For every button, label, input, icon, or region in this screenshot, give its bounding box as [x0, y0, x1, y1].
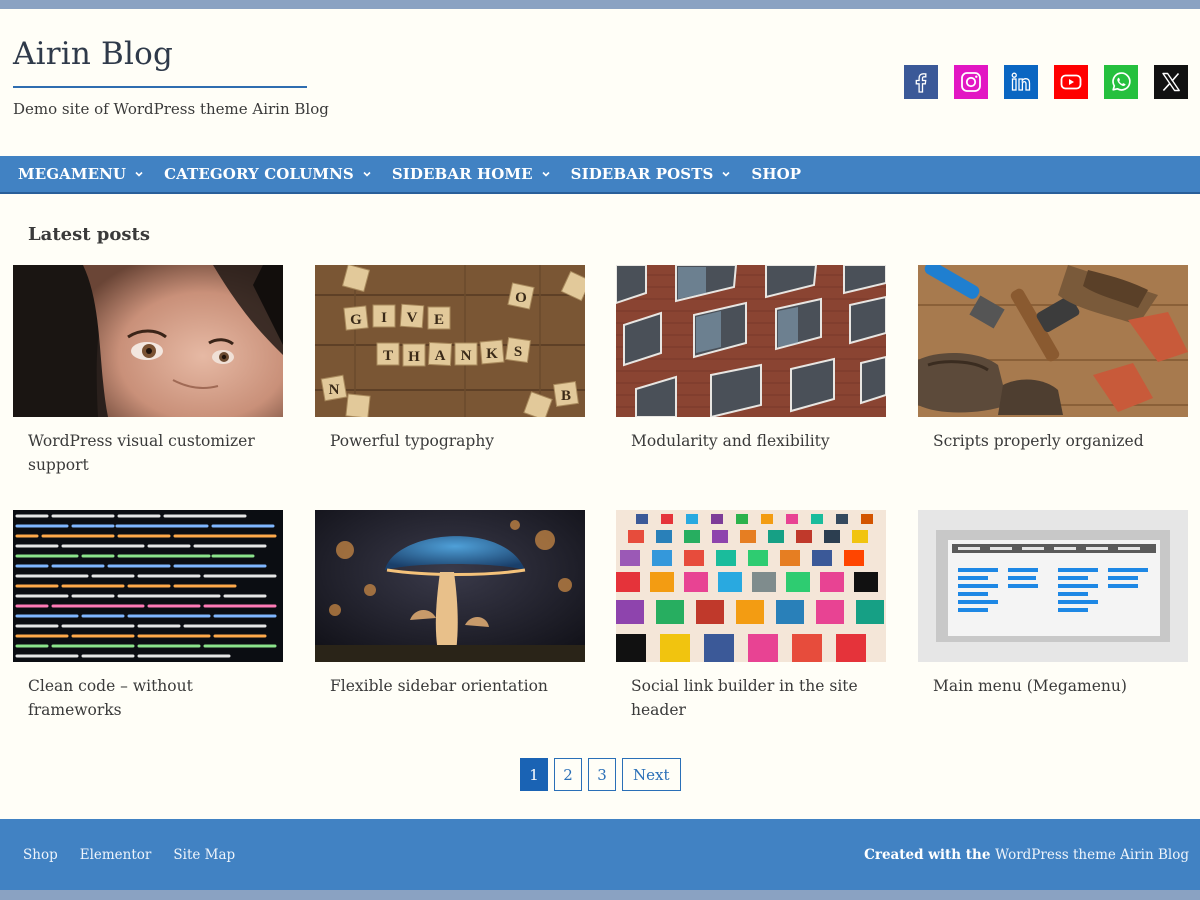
post-thumbnail[interactable] [616, 265, 886, 417]
brick-building-windows-photo [616, 265, 886, 417]
post-card: Scripts properly organized [918, 265, 1188, 453]
footer-menu: Shop Elementor Site Map [23, 847, 235, 863]
chevron-down-icon [134, 169, 144, 179]
footer-credit: Created with the WordPress theme Airin B… [864, 847, 1189, 863]
title-underline [13, 86, 307, 88]
site-footer: Shop Elementor Site Map Created with the… [0, 819, 1200, 890]
post-thumbnail[interactable]: GIVE THANKS ONB [315, 265, 585, 417]
nav-item-label: SIDEBAR HOME [391, 165, 533, 183]
svg-text:N: N [329, 382, 340, 398]
svg-text:O: O [515, 290, 527, 306]
chevron-down-icon [721, 169, 731, 179]
glowing-mushroom-photo [315, 510, 585, 662]
svg-text:V: V [407, 310, 418, 326]
nav-item-shop[interactable]: SHOP [741, 156, 811, 192]
theme-credit-link[interactable]: WordPress theme Airin Blog [995, 847, 1189, 863]
svg-text:K: K [486, 346, 498, 362]
post-card: Flexible sidebar orientation [315, 510, 585, 698]
nav-item-label: SIDEBAR POSTS [570, 165, 714, 183]
svg-text:H: H [408, 349, 420, 365]
post-card: Modularity and flexibility [616, 265, 886, 453]
woman-face-photo [13, 265, 283, 417]
post-title[interactable]: Scripts properly organized [918, 429, 1188, 453]
facebook-link[interactable] [904, 65, 938, 99]
nav-item-sidebar-posts[interactable]: SIDEBAR POSTS [561, 156, 742, 192]
footer-link-shop[interactable]: Shop [23, 847, 58, 863]
post-title[interactable]: Modularity and flexibility [616, 429, 886, 453]
nav-item-megamenu[interactable]: MEGAMENU [8, 156, 154, 192]
youtube-icon [1060, 74, 1082, 90]
site-title[interactable]: Airin Blog [13, 36, 173, 72]
youtube-link[interactable] [1054, 65, 1088, 99]
svg-text:T: T [383, 348, 393, 364]
linkedin-link[interactable] [1004, 65, 1038, 99]
footer-link-elementor[interactable]: Elementor [80, 847, 152, 863]
post-title[interactable]: Social link builder in the site header [616, 674, 886, 722]
nav-item-label: SHOP [751, 165, 802, 183]
instagram-link[interactable] [954, 65, 988, 99]
scrabble-give-thanks-photo: GIVE THANKS ON B [315, 265, 585, 417]
tools-on-wood-photo [918, 265, 1188, 417]
site-tagline: Demo site of WordPress theme Airin Blog [13, 100, 329, 118]
bottom-border [0, 890, 1200, 900]
post-card: Social link builder in the site header [616, 510, 886, 722]
whatsapp-icon [1112, 72, 1131, 91]
post-thumbnail[interactable] [13, 265, 283, 417]
pagination: 1 2 3 Next [520, 758, 681, 791]
post-title[interactable]: Powerful typography [315, 429, 585, 453]
x-icon [1162, 72, 1180, 92]
post-thumbnail[interactable] [315, 510, 585, 662]
svg-text:I: I [381, 310, 387, 326]
svg-text:G: G [350, 312, 362, 328]
post-card: WordPress visual customizer support [13, 265, 283, 477]
svg-text:S: S [514, 344, 522, 360]
post-title[interactable]: Main menu (Megamenu) [918, 674, 1188, 698]
nav-item-label: MEGAMENU [18, 165, 127, 183]
post-card: GIVE THANKS ONB Powerful typography [315, 265, 585, 453]
footer-link-site-map[interactable]: Site Map [173, 847, 235, 863]
page-button-current: 1 [520, 758, 548, 791]
nav-item-category-columns[interactable]: CATEGORY COLUMNS [154, 156, 382, 192]
post-title[interactable]: WordPress visual customizer support [13, 429, 283, 477]
page-button[interactable]: 3 [588, 758, 616, 791]
section-heading: Latest posts [28, 224, 150, 245]
svg-text:B: B [561, 388, 571, 404]
chevron-down-icon [541, 169, 551, 179]
social-icons-grid-photo [616, 510, 886, 662]
svg-text:N: N [461, 348, 472, 364]
post-thumbnail[interactable] [13, 510, 283, 662]
facebook-icon [915, 73, 927, 93]
page-button[interactable]: 2 [554, 758, 582, 791]
post-thumbnail[interactable] [918, 510, 1188, 662]
post-thumbnail[interactable] [616, 510, 886, 662]
next-page-button[interactable]: Next [622, 758, 681, 791]
nav-item-sidebar-home[interactable]: SIDEBAR HOME [382, 156, 561, 192]
main-nav: MEGAMENU CATEGORY COLUMNS SIDEBAR HOME S… [0, 156, 1200, 194]
nav-item-label: CATEGORY COLUMNS [164, 165, 354, 183]
linkedin-icon [1011, 72, 1031, 91]
megamenu-illustration [918, 510, 1188, 662]
post-thumbnail[interactable] [918, 265, 1188, 417]
post-card: Main menu (Megamenu) [918, 510, 1188, 698]
instagram-icon [961, 72, 981, 92]
top-border [0, 0, 1200, 9]
svg-text:E: E [434, 312, 444, 328]
post-card: Clean code – without frameworks [13, 510, 283, 722]
whatsapp-link[interactable] [1104, 65, 1138, 99]
svg-text:A: A [435, 348, 446, 364]
post-title[interactable]: Clean code – without frameworks [13, 674, 283, 722]
code-screen-photo [13, 510, 283, 662]
credit-prefix: Created with the [864, 846, 996, 863]
post-title[interactable]: Flexible sidebar orientation [315, 674, 585, 698]
x-link[interactable] [1154, 65, 1188, 99]
social-links [904, 65, 1188, 99]
chevron-down-icon [362, 169, 372, 179]
